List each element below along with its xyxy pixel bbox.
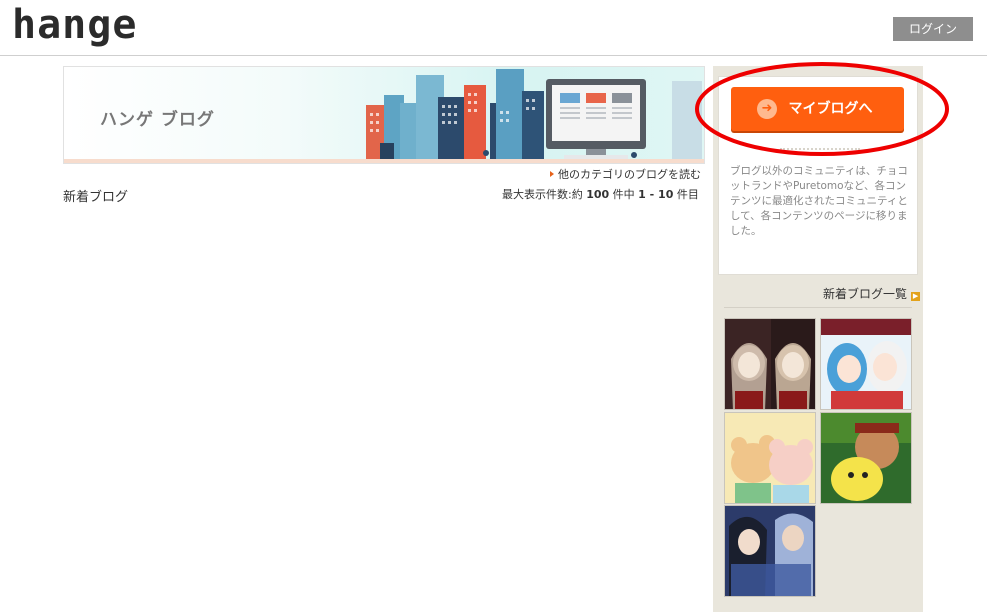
login-button[interactable]: ログイン xyxy=(893,17,973,41)
sidebar-divider xyxy=(724,307,912,308)
community-notice: ブログ以外のコミュニティは、チョコットランドやPuretomoなど、各コンテンツ… xyxy=(730,165,908,237)
result-count-prefix: 最大表示件数:約 xyxy=(502,188,587,201)
blog-thumbnail-4[interactable] xyxy=(820,412,912,504)
new-blog-heading: 新着ブログ xyxy=(63,190,129,205)
dark-dolls-avatar-icon xyxy=(725,319,815,409)
anime-girls-avatar-icon xyxy=(821,319,911,409)
other-category-link[interactable]: 他のカテゴリのブログを読む xyxy=(550,166,701,182)
new-blog-list-text[interactable]: 新着ブログ一覧 xyxy=(823,287,907,301)
result-count: 最大表示件数:約 100 件中 1 - 10 件目 xyxy=(502,186,699,202)
banner-bottom-strip xyxy=(64,159,704,163)
result-count-suffix: 件目 xyxy=(673,188,699,201)
warrior-and-chick-avatar-icon xyxy=(821,413,911,503)
hamsters-avatar-icon xyxy=(725,413,815,503)
result-total: 100 xyxy=(586,188,610,201)
city-skyline-illustration xyxy=(366,69,702,163)
other-category-text[interactable]: 他のカテゴリのブログを読む xyxy=(558,168,701,181)
blog-thumbnail-3[interactable] xyxy=(724,412,816,504)
blog-thumbnail-1[interactable] xyxy=(724,318,816,410)
blog-banner: ハンゲ ブログ xyxy=(63,66,705,164)
hange-logo[interactable]: hange xyxy=(12,2,137,48)
blog-thumbnail-5[interactable] xyxy=(724,505,816,597)
banner-title: ハンゲ ブログ xyxy=(100,110,215,130)
dotted-divider xyxy=(780,148,860,150)
arrow-square-icon: ▶ xyxy=(911,292,921,301)
arrow-right-circle-icon: ➜ xyxy=(757,99,777,119)
site-header: hange ログイン xyxy=(0,0,987,56)
myblog-button-label: マイブログへ xyxy=(788,101,873,117)
result-count-middle: 件中 xyxy=(609,188,639,201)
result-range: 1 - 10 xyxy=(638,188,674,201)
blog-thumbnail-2[interactable] xyxy=(820,318,912,410)
new-blog-list-link[interactable]: 新着ブログ一覧 ▶ xyxy=(823,285,921,302)
arrow-right-icon xyxy=(550,171,554,177)
fantasy-heroes-avatar-icon xyxy=(725,506,815,596)
